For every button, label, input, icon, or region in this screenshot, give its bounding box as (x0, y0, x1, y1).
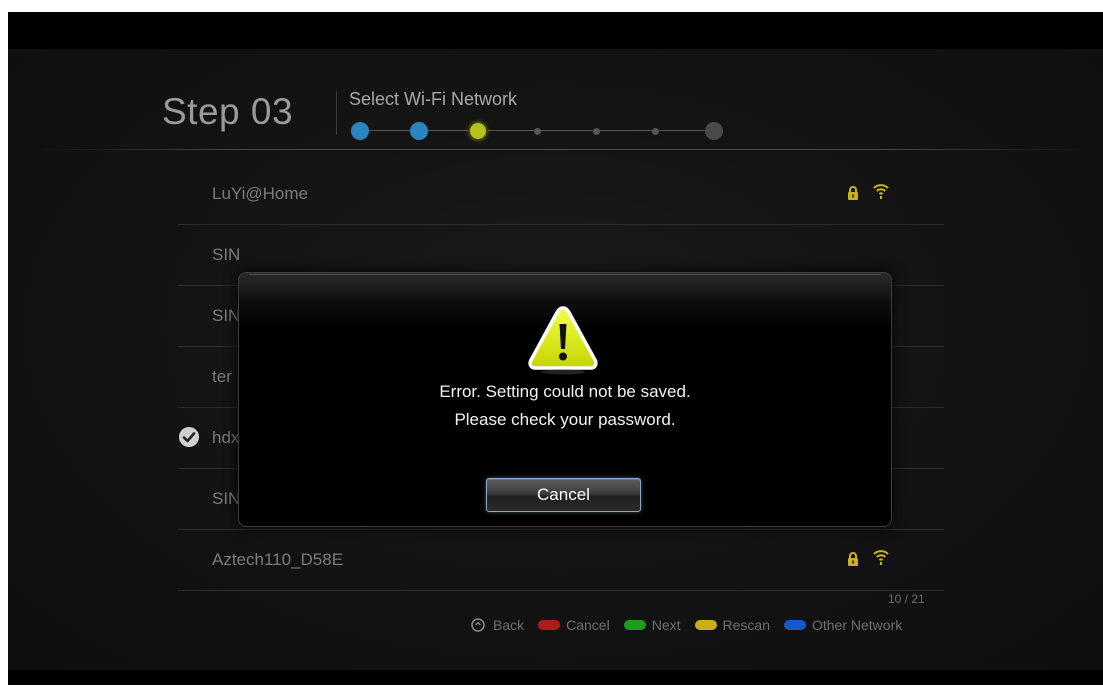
tv-screen: Step 03 Select Wi-Fi Network LuYi@Home SI… (8, 12, 1103, 685)
hint-other-network-label: Other Network (811, 617, 903, 633)
lock-icon (848, 552, 858, 566)
lock-icon (848, 186, 858, 200)
header-divider-line (38, 149, 1088, 150)
error-message-line1: Error. Setting could not be saved. (439, 382, 691, 401)
network-name: LuYi@Home (212, 184, 308, 203)
green-key-icon (623, 620, 646, 630)
setup-wizard: Step 03 Select Wi-Fi Network LuYi@Home SI… (8, 49, 1103, 670)
network-name: hdx (212, 428, 240, 447)
hint-next-label: Next (651, 617, 681, 633)
network-name: SIN (212, 245, 241, 264)
hint-back[interactable]: Back (471, 617, 524, 633)
network-name: SIN (212, 306, 241, 325)
remote-hints-bar: Back Cancel Next Rescan Other Network (471, 615, 902, 635)
error-dialog: Error. Setting could not be saved. Pleas… (238, 272, 892, 527)
red-key-icon (538, 620, 561, 630)
network-name: ter (212, 367, 232, 386)
back-icon (471, 618, 485, 632)
check-icon (179, 427, 199, 447)
network-row[interactable]: Aztech110_D58E (178, 530, 944, 591)
step-dot-done (351, 122, 369, 140)
dialog-cancel-button[interactable]: Cancel (486, 478, 641, 512)
hint-other-network[interactable]: Other Network (783, 617, 903, 633)
network-name: Aztech110_D58E (212, 550, 344, 569)
step-progress (351, 121, 723, 141)
hint-next[interactable]: Next (623, 617, 681, 633)
header-divider (336, 91, 337, 135)
warning-icon (528, 306, 598, 375)
step-dot-pending (651, 127, 659, 135)
error-message-line2: Please check your password. (454, 410, 676, 429)
page-counter: 10 / 21 (888, 592, 925, 606)
yellow-key-icon (694, 620, 717, 630)
hint-cancel-label: Cancel (566, 617, 610, 633)
blue-key-icon (783, 620, 806, 630)
step-dot-pending (533, 127, 541, 135)
step-dot-done (410, 122, 428, 140)
wifi-signal-icon (873, 550, 889, 565)
step-dot-final (705, 122, 723, 140)
hint-cancel[interactable]: Cancel (538, 617, 610, 633)
wifi-signal-icon (873, 184, 889, 199)
network-row[interactable]: LuYi@Home (178, 164, 944, 225)
step-subtitle: Select Wi-Fi Network (349, 89, 518, 109)
hint-back-label: Back (493, 617, 525, 633)
hint-rescan[interactable]: Rescan (694, 617, 770, 633)
step-dot-pending (592, 127, 600, 135)
step-dot-current (470, 123, 486, 139)
hint-rescan-label: Rescan (722, 617, 770, 633)
step-title: Step 03 (162, 91, 294, 132)
